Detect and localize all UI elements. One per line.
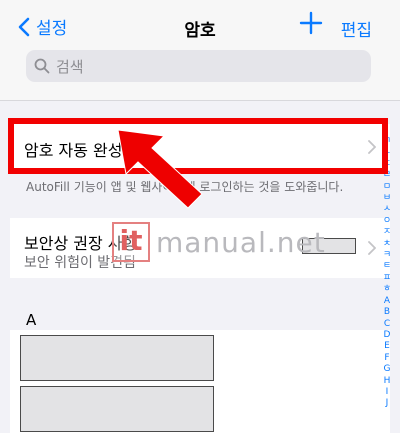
section-index-bar[interactable]: ㄱㄴㄷㄹㅁㅂㅅㅇㅈㅊㅋㅌㅍㅎABCDEFGHIJ bbox=[380, 136, 394, 410]
index-letter[interactable]: H bbox=[384, 376, 391, 387]
index-letter[interactable]: ㄱ bbox=[383, 136, 391, 147]
index-letter[interactable]: ㄴ bbox=[383, 147, 391, 158]
index-letter[interactable]: ㅂ bbox=[383, 193, 391, 204]
navigation-header: 설정 암호 편집 검색 bbox=[0, 0, 400, 101]
watermark: it manual.net bbox=[112, 222, 326, 262]
redacted-password-entry[interactable] bbox=[20, 335, 214, 381]
section-header-a: A bbox=[26, 311, 37, 329]
index-letter[interactable]: ㅈ bbox=[383, 227, 391, 238]
index-letter[interactable]: ㅌ bbox=[383, 261, 391, 272]
index-letter[interactable]: I bbox=[386, 387, 389, 398]
add-icon[interactable] bbox=[298, 10, 324, 36]
index-letter[interactable]: B bbox=[384, 307, 390, 318]
search-input[interactable]: 검색 bbox=[26, 50, 371, 82]
index-letter[interactable]: C bbox=[384, 319, 390, 330]
index-letter[interactable]: A bbox=[384, 296, 390, 307]
index-letter[interactable]: G bbox=[384, 364, 391, 375]
index-letter[interactable]: ㄹ bbox=[383, 170, 391, 181]
search-placeholder: 검색 bbox=[56, 57, 84, 76]
index-letter[interactable]: F bbox=[384, 353, 389, 364]
index-letter[interactable]: ㅁ bbox=[383, 182, 391, 193]
index-letter[interactable]: ㅊ bbox=[383, 239, 391, 250]
index-letter[interactable]: D bbox=[384, 330, 391, 341]
redacted-password-entry[interactable] bbox=[20, 386, 214, 432]
index-letter[interactable]: ㄷ bbox=[383, 159, 391, 170]
index-letter[interactable]: E bbox=[384, 341, 390, 352]
autofill-title: 암호 자동 완성 bbox=[24, 141, 123, 160]
index-letter[interactable]: J bbox=[386, 398, 389, 409]
chevron-right-icon bbox=[368, 140, 376, 154]
password-list bbox=[10, 330, 390, 433]
watermark-badge: it bbox=[112, 222, 150, 262]
index-letter[interactable]: ㅎ bbox=[383, 284, 391, 295]
search-icon bbox=[34, 58, 50, 74]
index-letter[interactable]: ㅋ bbox=[383, 250, 391, 261]
index-letter[interactable]: ㅍ bbox=[383, 273, 391, 284]
index-letter[interactable]: ㅅ bbox=[383, 204, 391, 215]
watermark-text: manual.net bbox=[156, 225, 326, 259]
edit-button[interactable]: 편집 bbox=[341, 16, 372, 41]
chevron-right-icon bbox=[368, 241, 376, 255]
pointer-arrow-icon bbox=[117, 129, 203, 209]
index-letter[interactable]: ㅇ bbox=[383, 216, 391, 227]
